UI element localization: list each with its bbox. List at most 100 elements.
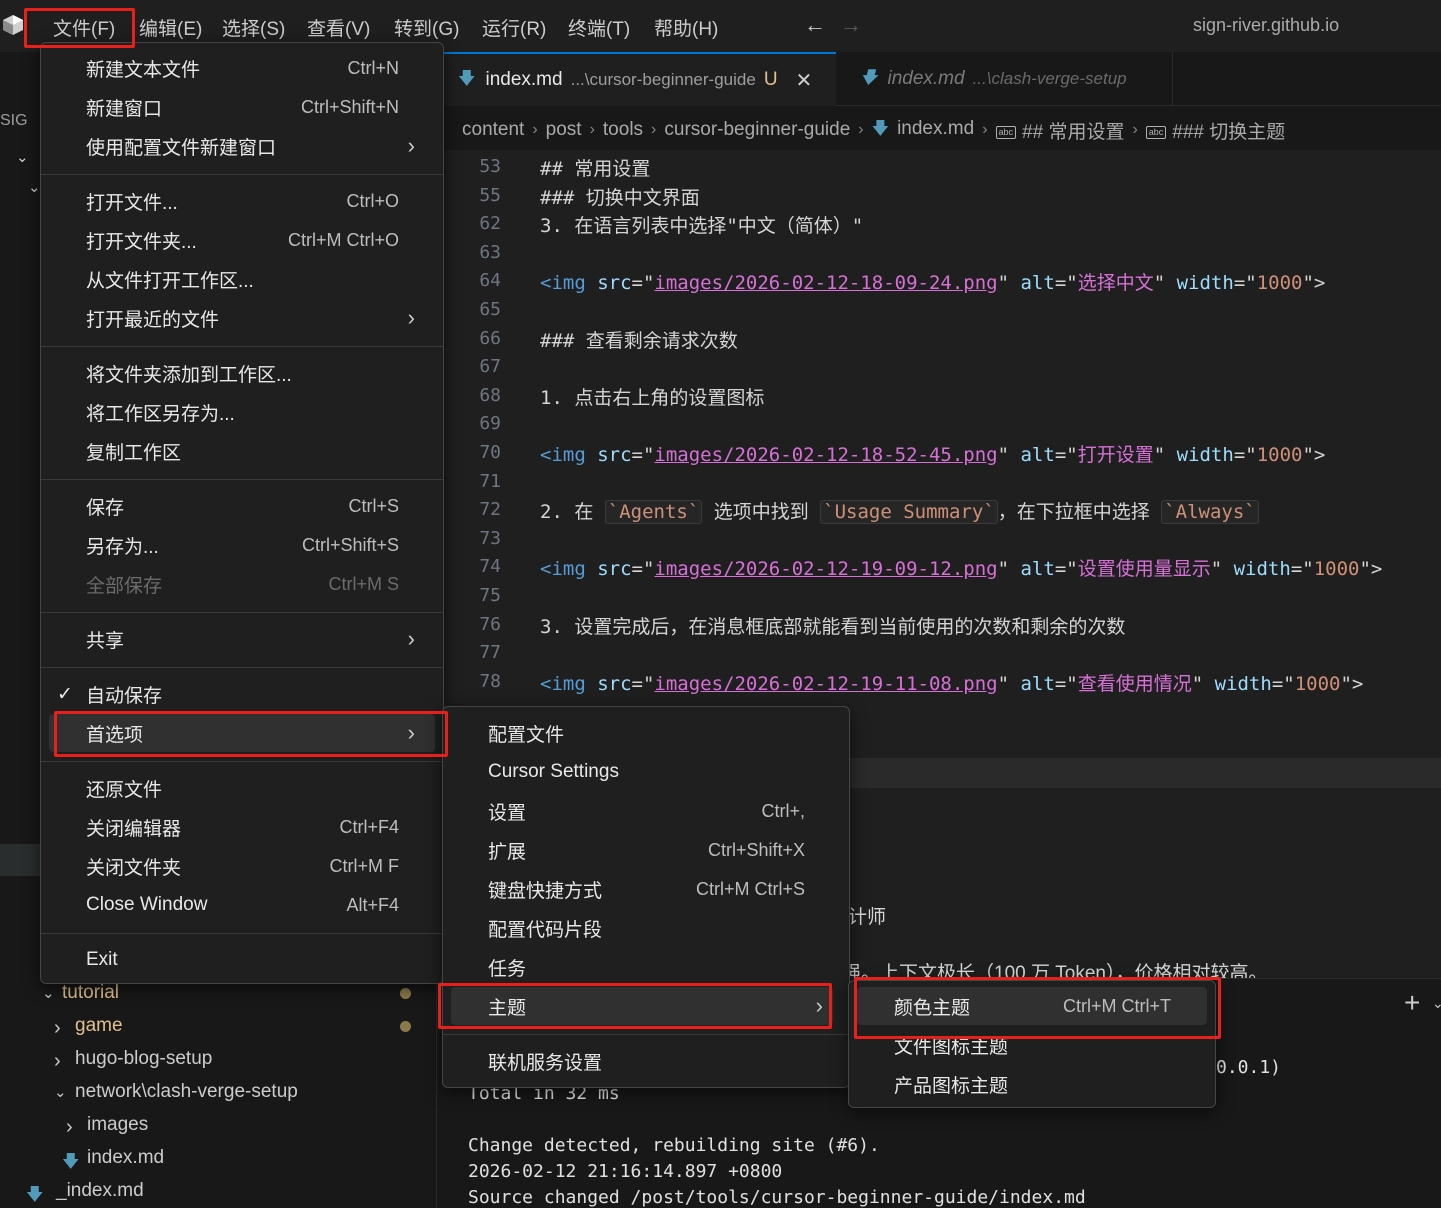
chevron-down-icon[interactable]: ⌄ xyxy=(42,984,55,1002)
selected-row-fragment xyxy=(0,844,40,876)
close-icon[interactable]: ✕ xyxy=(796,68,813,93)
chevron-down-icon[interactable]: ⌄ xyxy=(54,1083,67,1101)
menu-item-g1-3[interactable]: 打开最近的文件 › xyxy=(41,299,443,337)
breadcrumb-item-1[interactable]: post xyxy=(546,119,582,141)
checkmark-icon: ✓ xyxy=(57,683,73,705)
chevron-right-icon[interactable]: › xyxy=(54,1017,61,1040)
breadcrumb-item-5[interactable]: abc ## 常用设置 xyxy=(995,117,1124,144)
menu-item-g2-0[interactable]: 将文件夹添加到工作区... xyxy=(41,354,443,392)
tree-item-index-md[interactable]: index.md xyxy=(87,1147,164,1169)
menu-item-g0-1[interactable]: 文件图标主题 xyxy=(849,1026,1215,1064)
menu-item-g6-2[interactable]: 关闭文件夹 Ctrl+M F xyxy=(41,847,443,885)
code-text: <img src="images/2026-02-12-18-52-45.png… xyxy=(540,440,1325,467)
menubar-item-5[interactable]: 运行(R) xyxy=(482,14,546,41)
chevron-down-icon[interactable]: ⌄ xyxy=(28,178,41,196)
menu-item-g4-0[interactable]: 共享 › xyxy=(41,620,443,658)
tree-item-hugo-blog-setup[interactable]: hugo-blog-setup xyxy=(75,1048,212,1070)
menu-item-g5-1[interactable]: 首选项 › xyxy=(49,714,435,752)
tree-item-index-md[interactable]: _index.md xyxy=(56,1180,144,1202)
arrow-right-icon[interactable]: → xyxy=(840,12,862,38)
menu-item-label: 联机服务设置 xyxy=(488,1052,603,1074)
code-line: 70 <img src="images/2026-02-12-18-52-45.p… xyxy=(438,438,1441,466)
chevron-down-icon[interactable]: ⌄ xyxy=(16,148,29,166)
menu-item-g0-3[interactable]: 扩展 Ctrl+Shift+X xyxy=(443,831,849,869)
markdown-icon: 🡇 xyxy=(871,118,890,138)
new-terminal-plus-icon[interactable]: + xyxy=(1404,987,1420,1019)
menu-item-shortcut: Ctrl+M S xyxy=(328,573,399,594)
menu-item-g0-6[interactable]: 任务 xyxy=(443,948,849,986)
menu-item-g0-2[interactable]: 使用配置文件新建窗口 › xyxy=(41,127,443,165)
menu-item-cursor-settings[interactable]: Cursor Settings xyxy=(443,753,849,791)
menu-item-g0-4[interactable]: 键盘快捷方式 Ctrl+M Ctrl+S xyxy=(443,870,849,908)
menu-item-g5-0[interactable]: ✓ 自动保存 xyxy=(41,675,443,713)
breadcrumb-item-4[interactable]: 🡇 index.md xyxy=(872,116,975,145)
attr-token: width xyxy=(1165,272,1234,295)
tree-item-network-clash-verge-setup[interactable]: network\clash-verge-setup xyxy=(75,1081,298,1103)
attr-token: width xyxy=(1222,558,1291,581)
code-line: 65 xyxy=(438,295,1441,323)
menubar-item-2[interactable]: 选择(S) xyxy=(222,14,285,41)
menubar-item-3[interactable]: 查看(V) xyxy=(307,14,370,41)
chevron-down-icon[interactable]: ⌄ xyxy=(1432,995,1441,1012)
menu-item-g0-2[interactable]: 设置 Ctrl+, xyxy=(443,792,849,830)
code-editor[interactable]: 53 ## 常用设置 55 ### 切换中文界面 62 3. 在语言列表中选择"中文（简体… xyxy=(438,150,1441,760)
arrow-left-icon[interactable]: ← xyxy=(804,12,826,38)
menu-item-g1-1[interactable]: 打开文件夹... Ctrl+M Ctrl+O xyxy=(41,221,443,259)
tree-item-tutorial[interactable]: tutorial xyxy=(62,982,119,1004)
menu-item-g3-0[interactable]: 保存 Ctrl+S xyxy=(41,487,443,525)
line-number: 78 xyxy=(479,670,501,692)
menu-item-shortcut: Ctrl+M Ctrl+S xyxy=(695,878,805,899)
menu-item-g6-0[interactable]: 还原文件 xyxy=(41,769,443,807)
menu-item-shortcut: Ctrl+Shift+X xyxy=(707,839,805,860)
menu-item-g3-1[interactable]: 另存为... Ctrl+Shift+S xyxy=(41,526,443,564)
chevron-right-icon[interactable]: › xyxy=(66,1116,73,1139)
menu-item-g0-0[interactable]: 颜色主题 Ctrl+M Ctrl+T xyxy=(857,987,1207,1025)
tab-clash-verge-setup-index[interactable]: 🡇 index.md ...\clash-verge-setup xyxy=(836,52,1173,106)
menu-item-g1-0[interactable]: 联机服务设置 xyxy=(443,1042,849,1080)
menu-item-exit[interactable]: Exit xyxy=(41,941,443,979)
menu-item-g0-2[interactable]: 产品图标主题 xyxy=(849,1065,1215,1103)
code-line: 77 xyxy=(438,638,1441,666)
menu-item-g0-0[interactable]: 配置文件 xyxy=(443,714,849,752)
code-line: 72 2. 在 `Agents` 选项中找到 `Usage Summary` ，在下… xyxy=(438,495,1441,525)
menu-item-close-window[interactable]: Close Window Alt+F4 xyxy=(41,886,443,924)
menubar-item-7[interactable]: 帮助(H) xyxy=(654,14,718,41)
punct-token: " xyxy=(997,672,1010,695)
breadcrumb-item-3[interactable]: cursor-beginner-guide xyxy=(664,119,850,141)
breadcrumb-item-2[interactable]: tools xyxy=(603,119,643,141)
menu-item-g0-1[interactable]: 新建窗口 Ctrl+Shift+N xyxy=(41,88,443,126)
menu-item-g1-2[interactable]: 从文件打开工作区... xyxy=(41,260,443,298)
menu-item-label: 将工作区另存为... xyxy=(86,403,235,425)
breadcrumb-item-0[interactable]: content xyxy=(462,119,524,141)
tab-cursor-beginner-guide-index[interactable]: 🡇 index.md ...\cursor-beginner-guide U ✕ xyxy=(438,52,836,106)
punct-token: =" xyxy=(1233,272,1257,295)
menu-item-shortcut: Ctrl+Shift+N xyxy=(300,96,399,117)
menu-item-g0-5[interactable]: 配置代码片段 xyxy=(443,909,849,947)
chevron-right-icon[interactable]: › xyxy=(54,1050,61,1073)
menu-item-g2-2[interactable]: 复制工作区 xyxy=(41,432,443,470)
breadcrumb-item-6[interactable]: abc ### 切换主题 xyxy=(1145,117,1285,144)
menubar-item-6[interactable]: 终端(T) xyxy=(568,14,630,41)
string-token: 查看使用情况 xyxy=(1077,672,1192,695)
menu-item-g1-0[interactable]: 打开文件... Ctrl+O xyxy=(41,182,443,220)
menu-item-g6-1[interactable]: 关闭编辑器 Ctrl+F4 xyxy=(41,808,443,846)
menu-separator xyxy=(41,761,443,762)
punct-token: =" xyxy=(631,558,655,581)
link-token: images/2026-02-12-18-52-45.png xyxy=(654,444,998,466)
menubar-item-0[interactable]: 文件(F) xyxy=(53,14,115,41)
menu-item-label: 从文件打开工作区... xyxy=(86,270,254,292)
line-number: 62 xyxy=(479,213,501,235)
tree-item-game[interactable]: game xyxy=(75,1015,123,1037)
menu-item-g0-7[interactable]: 主题 › xyxy=(451,987,833,1025)
menubar-item-1[interactable]: 编辑(E) xyxy=(139,14,202,41)
code-line: 62 3. 在语言列表中选择"中文（简体）" xyxy=(438,209,1441,237)
menu-item-label: 打开文件... xyxy=(86,192,178,214)
menubar-item-4[interactable]: 转到(G) xyxy=(394,14,459,41)
punct-token: " xyxy=(1153,444,1166,466)
tree-item-images[interactable]: images xyxy=(87,1114,148,1136)
menu-item-g0-0[interactable]: 新建文本文件 Ctrl+N xyxy=(41,49,443,87)
tab-path: ...\clash-verge-setup xyxy=(972,69,1127,88)
menu-item-label: 打开文件夹... xyxy=(86,231,197,253)
menu-item-g2-1[interactable]: 将工作区另存为... xyxy=(41,393,443,431)
git-modified-dot xyxy=(400,988,411,999)
